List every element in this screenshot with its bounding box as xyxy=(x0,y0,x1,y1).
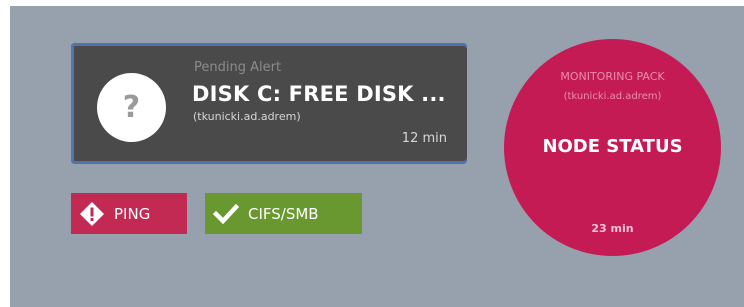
question-icon: ? xyxy=(97,73,166,142)
alert-type-label: Pending Alert xyxy=(194,60,282,75)
alert-title: DISK C: FREE DISK ... xyxy=(192,82,446,106)
node-status-time: 23 min xyxy=(591,222,634,235)
monitoring-pack-host: (tkunicki.ad.adrem) xyxy=(563,91,662,102)
warning-diamond-icon xyxy=(79,201,105,227)
alert-host: (tkunicki.ad.adrem) xyxy=(193,110,301,123)
alert-card-accent-line xyxy=(71,43,379,46)
cifs-badge-label: CIFS/SMB xyxy=(248,204,319,223)
cifs-smb-monitor-badge[interactable]: CIFS/SMB xyxy=(205,193,362,234)
alert-time: 12 min xyxy=(401,131,447,146)
node-status-tile[interactable]: MONITORING PACK (tkunicki.ad.adrem) NODE… xyxy=(504,39,721,256)
question-glyph: ? xyxy=(122,89,141,125)
monitoring-pack-label: MONITORING PACK xyxy=(560,70,665,83)
node-status-title: NODE STATUS xyxy=(542,136,683,157)
ping-badge-label: PING xyxy=(114,204,151,223)
ping-monitor-badge[interactable]: PING xyxy=(71,193,187,234)
checkmark-icon xyxy=(213,201,239,227)
